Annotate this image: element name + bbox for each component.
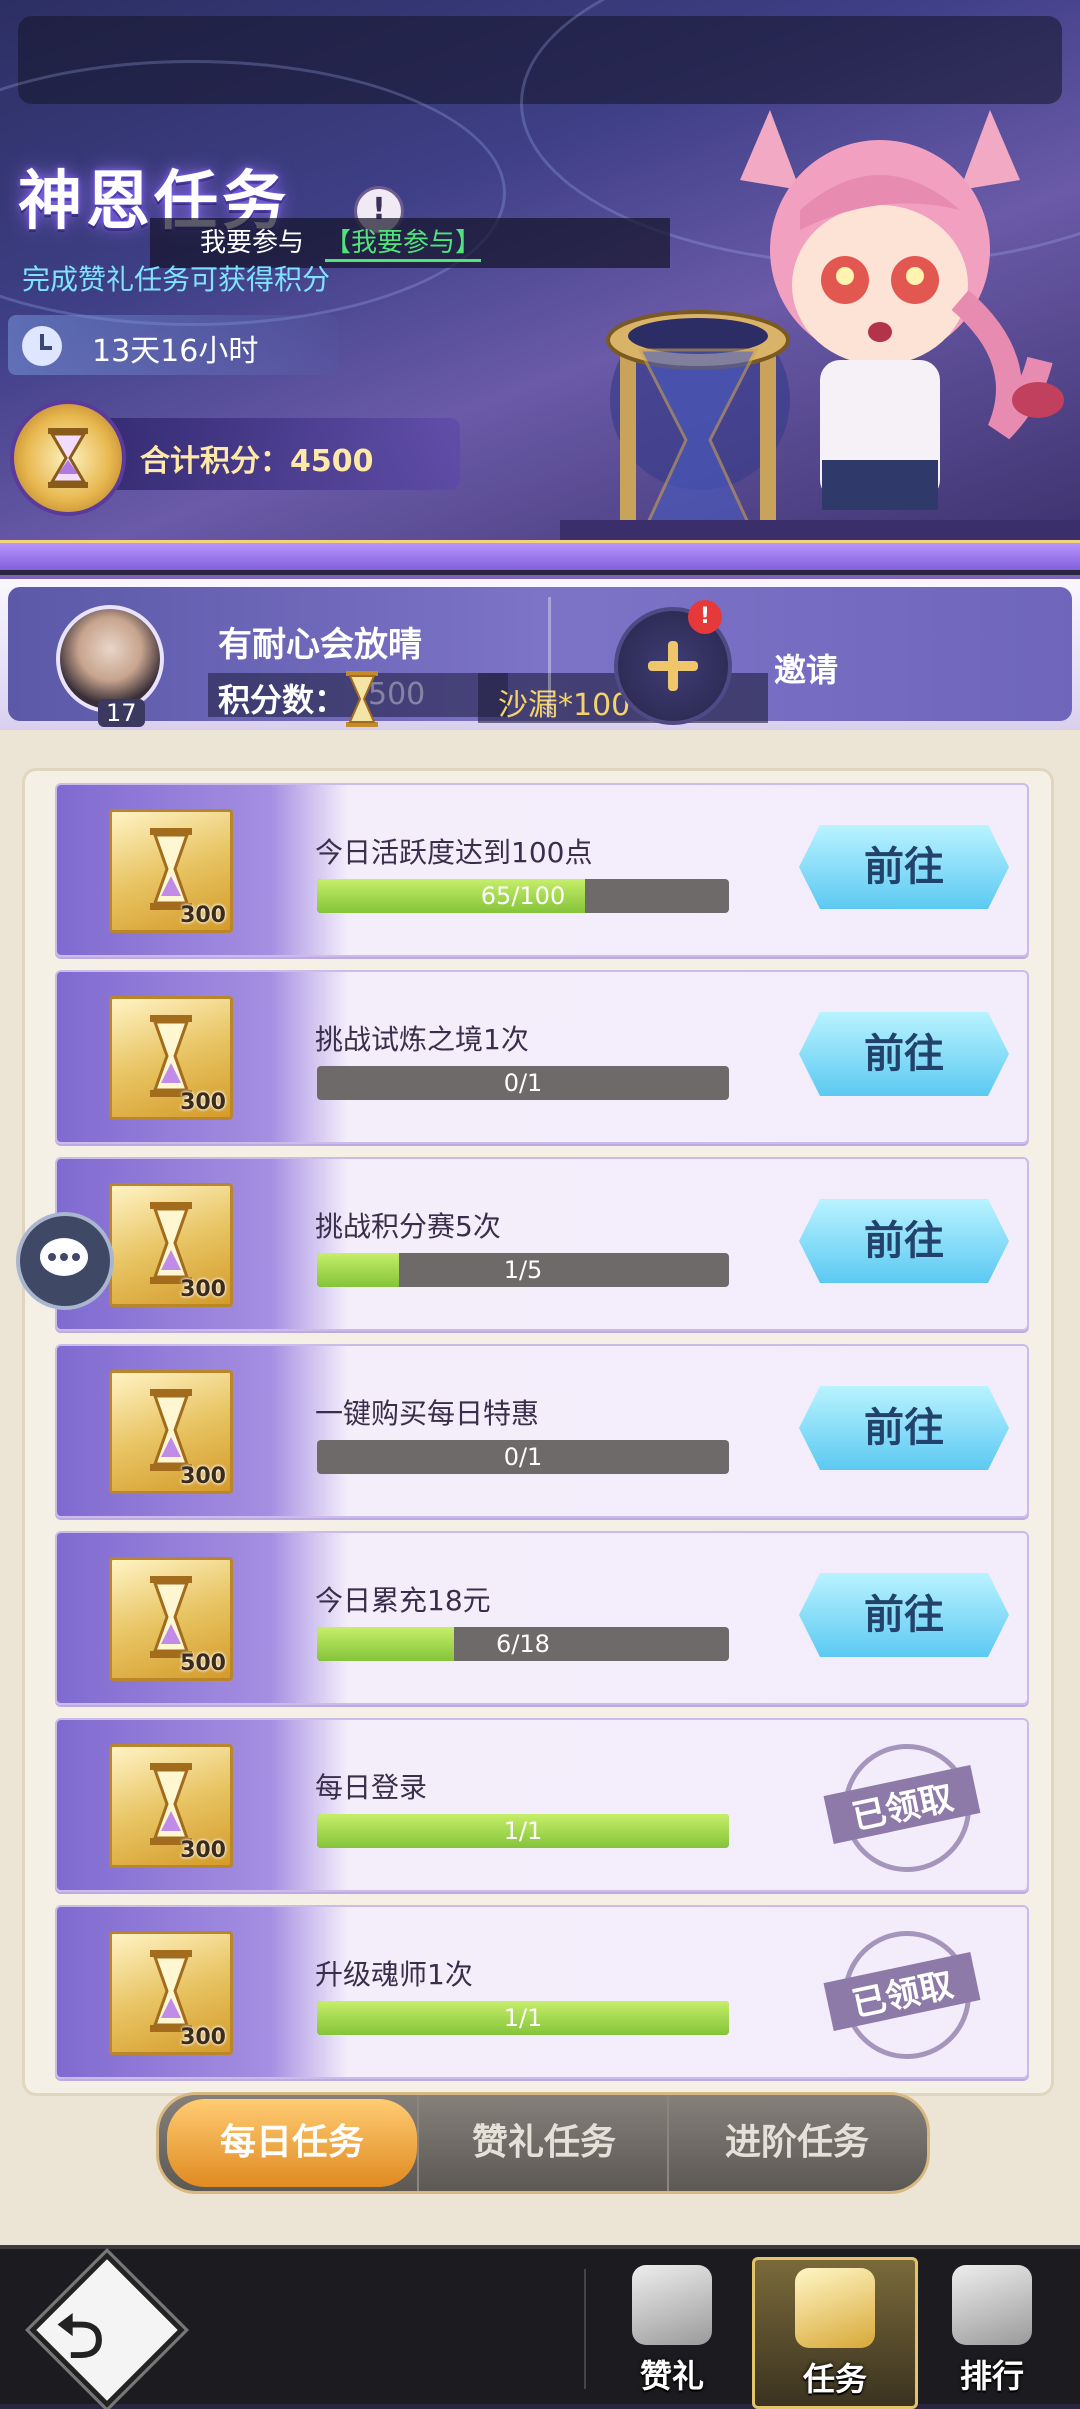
banner-edge (0, 540, 1080, 570)
task-name: 今日累充18元 (315, 1584, 491, 1617)
reward-item[interactable]: 500 (109, 1557, 233, 1681)
task-name: 挑战积分赛5次 (315, 1210, 501, 1243)
task-row: 300 升级魂师1次 1/1 已领取 (55, 1905, 1029, 2079)
reward-count: 300 (180, 1090, 226, 1115)
task-name: 今日活跃度达到100点 (315, 836, 593, 869)
chat-button[interactable] (16, 1212, 114, 1310)
player-info-row: 17 有耐心会放晴 积分数： 500 沙漏*100 邀请 (0, 575, 1080, 738)
progress-bar: 65/100 (317, 879, 729, 913)
task-name: 升级魂师1次 (315, 1958, 473, 1991)
chat-bubble-icon (40, 1238, 88, 1276)
character-illustration (560, 110, 1080, 560)
progress-text: 1/5 (503, 1256, 543, 1284)
task-name: 一键购买每日特惠 (315, 1397, 540, 1430)
join-link[interactable]: 【我要参与】 (325, 222, 482, 262)
hourglass-icon (150, 828, 192, 910)
reward-text: 沙漏*100 (498, 688, 631, 723)
reward-item[interactable]: 300 (109, 1370, 233, 1494)
reward-item[interactable]: 300 (109, 1744, 233, 1868)
go-button[interactable]: 前往 (799, 1573, 1009, 1657)
progress-text: 0/1 (503, 1069, 543, 1097)
task-row: 300 挑战试炼之境1次 0/1 前往 (55, 970, 1029, 1144)
go-button[interactable]: 前往 (799, 1386, 1009, 1470)
bottom-nav: ⮌ 赞礼 任务 排行 (0, 2245, 1080, 2409)
player-name: 有耐心会放晴 (218, 625, 422, 665)
player-level: 17 (98, 699, 145, 727)
clock-icon (22, 326, 62, 366)
go-button[interactable]: 前往 (799, 1012, 1009, 1096)
progress-text: 65/100 (480, 882, 566, 910)
nav-ranking[interactable]: 排行 (912, 2257, 1072, 2403)
claimed-stamp: 已领取 (823, 1744, 981, 1872)
reward-count: 500 (180, 1651, 226, 1676)
hourglass-icon (346, 671, 378, 727)
hourglass-icon (150, 1015, 192, 1097)
total-points: 合计积分：4500 (140, 444, 374, 479)
reward-count: 300 (180, 2025, 226, 2050)
hourglass-icon (150, 1202, 192, 1284)
hourglass-icon (10, 400, 126, 516)
countdown-timer: 13天16小时 (92, 334, 259, 369)
tab-praise-tasks[interactable]: 赞礼任务 (417, 2095, 669, 2191)
divider (584, 2269, 586, 2389)
reward-item[interactable]: 300 (109, 1931, 233, 2055)
task-row: 300 一键购买每日特惠 0/1 前往 (55, 1344, 1029, 1518)
plus-icon (668, 641, 678, 691)
scroll-icon (795, 2268, 875, 2348)
task-list-area: 300 今日活跃度达到100点 65/100 前往 300 挑战试炼之境1次 0/1 前往 30… (0, 730, 1080, 2245)
reward-count: 300 (180, 1277, 226, 1302)
nav-task-label: 任务 (802, 2360, 867, 2398)
task-row: 300 今日活跃度达到100点 65/100 前往 (55, 783, 1029, 957)
progress-bar: 0/1 (317, 1440, 729, 1474)
reward-count: 300 (180, 903, 226, 928)
event-banner: 神恩任务 ! 我要参与 【我要参与】 完成赞礼任务可获得积分 13天16小时 合… (0, 0, 1080, 570)
task-name: 挑战试炼之境1次 (315, 1023, 529, 1056)
progress-text: 1/1 (503, 1817, 543, 1845)
task-row: 500 今日累充18元 6/18 前往 (55, 1531, 1029, 1705)
progress-bar: 6/18 (317, 1627, 729, 1661)
reward-item[interactable]: 300 (109, 1183, 233, 1307)
progress-bar: 1/1 (317, 1814, 729, 1848)
reward-count: 300 (180, 1464, 226, 1489)
progress-bar: 0/1 (317, 1066, 729, 1100)
avatar[interactable] (56, 605, 164, 713)
notification-badge: ! (688, 600, 722, 634)
back-arrow-icon: ⮌ (56, 2302, 105, 2372)
nav-praise-label: 赞礼 (639, 2357, 704, 2395)
reward-item[interactable]: 300 (109, 809, 233, 933)
task-tabs: 每日任务 赞礼任务 进阶任务 (156, 2092, 930, 2194)
go-button[interactable]: 前往 (799, 825, 1009, 909)
player-panel: 17 有耐心会放晴 积分数： 500 沙漏*100 邀请 (8, 587, 1072, 727)
task-list[interactable]: 300 今日活跃度达到100点 65/100 前往 300 挑战试炼之境1次 0/1 前往 30… (22, 768, 1054, 2096)
progress-bar: 1/1 (317, 2001, 729, 2035)
hourglass-icon (150, 1389, 192, 1471)
task-name: 每日登录 (315, 1771, 428, 1804)
hourglass-icon (150, 1950, 192, 2032)
divider (548, 597, 551, 717)
task-row: 300 每日登录 1/1 已领取 (55, 1718, 1029, 1892)
reward-item[interactable]: 300 (109, 996, 233, 1120)
progress-text: 6/18 (496, 1630, 550, 1658)
nav-task[interactable]: 任务 (752, 2257, 918, 2409)
nav-praise[interactable]: 赞礼 (592, 2257, 752, 2403)
hourglass-icon (150, 1763, 192, 1845)
reward-count: 300 (180, 1838, 226, 1863)
hourglass-icon (150, 1576, 192, 1658)
go-button[interactable]: 前往 (799, 1199, 1009, 1283)
cup-icon (632, 2265, 712, 2345)
trophy-icon (952, 2265, 1032, 2345)
tab-advanced-tasks[interactable]: 进阶任务 (667, 2095, 925, 2191)
task-row: 300 挑战积分赛5次 1/5 前往 (55, 1157, 1029, 1331)
progress-text: 0/1 (503, 1443, 543, 1471)
progress-bar: 1/5 (317, 1253, 729, 1287)
nav-ranking-label: 排行 (959, 2357, 1024, 2395)
invite-label: 邀请 (774, 651, 839, 689)
back-button[interactable] (29, 2252, 185, 2408)
claimed-stamp: 已领取 (823, 1931, 981, 2059)
progress-text: 1/1 (503, 2004, 543, 2032)
event-subtitle: 完成赞礼任务可获得积分 (22, 263, 331, 296)
tab-daily-tasks[interactable]: 每日任务 (167, 2099, 417, 2187)
score-label: 积分数： (218, 681, 347, 719)
join-text: 我要参与 (200, 228, 305, 258)
